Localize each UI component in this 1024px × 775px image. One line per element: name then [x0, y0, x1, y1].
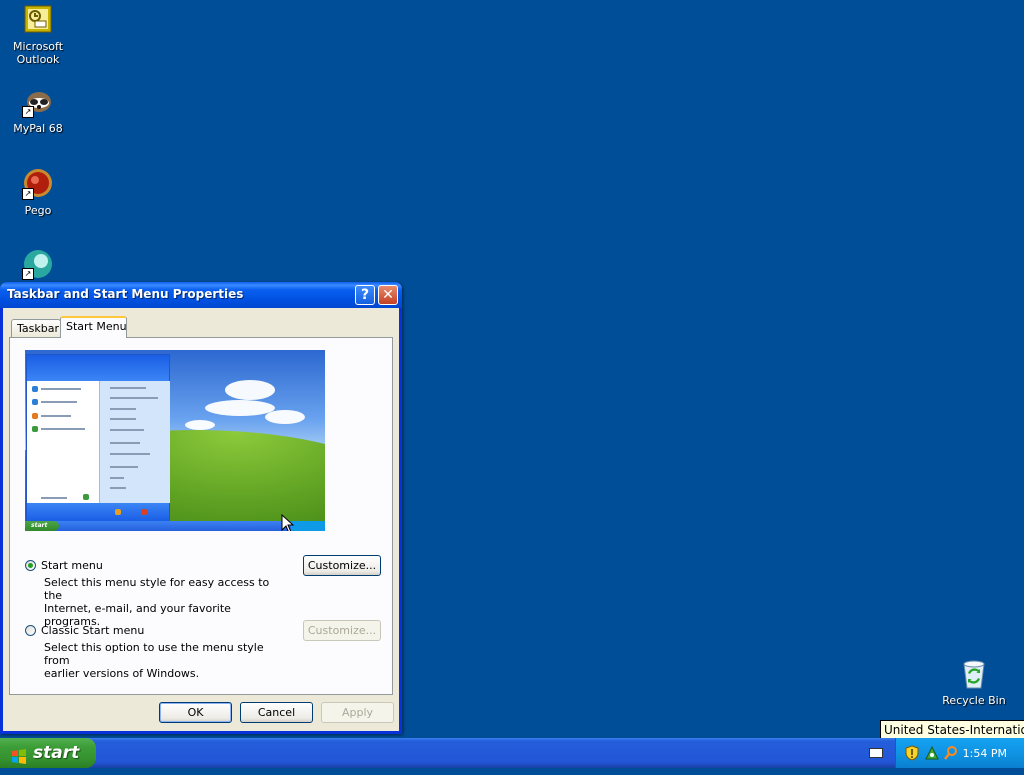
clock[interactable]: 1:54 PM [963, 747, 1007, 760]
language-tooltip: United States-International [880, 720, 1024, 739]
desktop-icon-recycle-bin[interactable]: Recycle Bin [936, 658, 1012, 707]
windows-flag-icon [11, 745, 27, 764]
pego-icon: ↗ [22, 168, 54, 200]
system-tray: 1:54 PM [895, 738, 1024, 768]
desktop-icon-pego[interactable]: ↗ Pego [0, 168, 76, 217]
shortcut-arrow-icon: ↗ [22, 188, 34, 200]
network-icon[interactable] [924, 745, 940, 765]
shortcut-arrow-icon: ↗ [22, 268, 34, 280]
classic-start-menu-radio-label[interactable]: Classic Start menu [41, 624, 144, 637]
mini-start-button: start [25, 521, 59, 531]
tab-taskbar[interactable]: Taskbar [11, 319, 61, 337]
dialog-title: Taskbar and Start Menu Properties [7, 287, 244, 301]
cancel-button[interactable]: Cancel [240, 702, 313, 723]
start-menu-preview-image: start [25, 350, 325, 531]
desktop-icon-mypal[interactable]: ↗ MyPal 68 [0, 86, 76, 135]
desktop-icon-label: Microsoft Outlook [12, 40, 64, 66]
help-button[interactable]: ? [355, 285, 375, 305]
desktop-icon-label: Pego [24, 204, 52, 217]
recycle-bin-icon [958, 658, 990, 690]
start-menu-radio[interactable] [25, 560, 36, 571]
title-bar[interactable]: Taskbar and Start Menu Properties ? ✕ [0, 282, 402, 308]
customize-classic-menu-button: Customize... [303, 620, 381, 641]
taskbar-properties-dialog: Taskbar and Start Menu Properties ? ✕ Ta… [0, 282, 402, 734]
customize-start-menu-button[interactable]: Customize... [303, 555, 381, 576]
classic-start-menu-description: Select this option to use the menu style… [44, 641, 264, 680]
dialog-body: Taskbar Start Menu start Start menu Sele… [3, 308, 399, 731]
mypal-icon: ↗ [22, 86, 54, 118]
start-button[interactable]: start [0, 738, 96, 768]
search-icon[interactable] [943, 745, 959, 765]
shortcut-arrow-icon: ↗ [22, 106, 34, 118]
desktop-icon-label: Recycle Bin [942, 694, 1006, 707]
close-icon: ✕ [382, 287, 394, 303]
apply-button: Apply [321, 702, 394, 723]
start-menu-radio-label[interactable]: Start menu [41, 559, 103, 572]
desktop-icon-globe-app[interactable]: ↗ [0, 248, 76, 284]
classic-start-menu-radio[interactable] [25, 625, 36, 636]
mini-start-menu [26, 354, 170, 522]
start-menu-description: Select this menu style for easy access t… [44, 576, 270, 628]
desktop-icon-label: MyPal 68 [13, 122, 63, 135]
ok-button[interactable]: OK [159, 702, 232, 723]
keyboard-icon[interactable] [869, 748, 883, 758]
security-shield-icon[interactable] [905, 745, 919, 765]
outlook-icon [22, 4, 54, 36]
taskbar: start 1:54 PM [0, 738, 1024, 768]
desktop-icon-outlook[interactable]: Microsoft Outlook [0, 4, 76, 66]
start-label: start [33, 743, 80, 763]
tab-start-menu[interactable]: Start Menu [60, 316, 127, 338]
close-button[interactable]: ✕ [378, 285, 398, 305]
globe-app-icon: ↗ [22, 248, 54, 280]
start-menu-tab-panel: start Start menu Select this menu style … [9, 337, 393, 695]
